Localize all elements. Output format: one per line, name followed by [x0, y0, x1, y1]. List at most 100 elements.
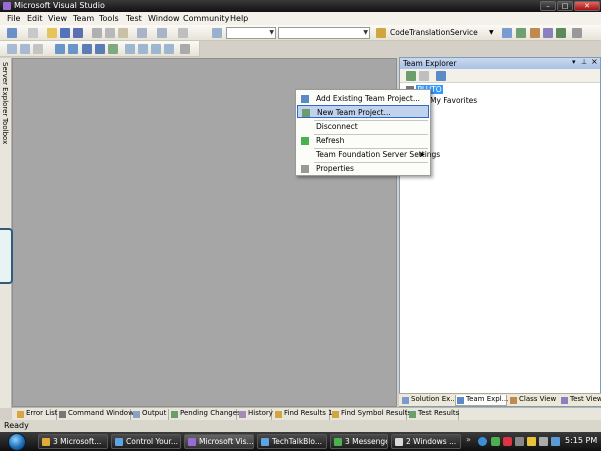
menu-test[interactable]: Test — [126, 14, 142, 23]
overflow-icon[interactable] — [572, 28, 582, 38]
object-browser-icon[interactable] — [530, 28, 540, 38]
browser-icon — [261, 438, 269, 446]
toolbox-icon[interactable] — [543, 28, 553, 38]
menu-item-refresh[interactable]: Refresh — [297, 134, 429, 147]
help-tray-icon[interactable] — [478, 437, 487, 446]
toolbar-button-7-icon[interactable] — [95, 44, 105, 54]
toolbar-button-11-icon[interactable] — [151, 44, 161, 54]
copy-icon[interactable] — [105, 28, 115, 38]
taskbar-item-microsoft[interactable]: 3 Microsoft... — [38, 434, 108, 449]
tab-test-view[interactable]: Test View — [560, 395, 601, 406]
new-project-tool-icon[interactable] — [7, 28, 17, 38]
undo-icon[interactable] — [137, 28, 147, 38]
find-icon[interactable] — [376, 28, 386, 38]
redo-icon[interactable] — [157, 28, 167, 38]
taskbar-clock[interactable]: 5:15 PM — [565, 436, 597, 445]
chevron-down-icon[interactable]: ▼ — [489, 29, 494, 36]
menu-file[interactable]: File — [7, 14, 20, 23]
close-icon[interactable]: × — [591, 57, 598, 66]
toolbar-button-8-icon[interactable] — [108, 44, 118, 54]
add-item-icon[interactable] — [28, 28, 38, 38]
toolbar-button-2-icon[interactable] — [20, 44, 30, 54]
error-list-icon — [17, 411, 24, 418]
toolbar-button-9-icon[interactable] — [125, 44, 135, 54]
add-team-project-icon[interactable] — [406, 71, 416, 81]
text-editor-toolbar — [0, 41, 200, 57]
tab-find-symbol-results[interactable]: Find Symbol Results — [330, 409, 411, 420]
tab-error-list[interactable]: Error List — [15, 409, 58, 420]
solution-explorer-icon[interactable] — [502, 28, 512, 38]
menu-item-tfs-settings[interactable]: Team Foundation Server Settings ▶ — [297, 148, 440, 161]
menu-community[interactable]: Community — [183, 14, 229, 23]
taskbar-item-windows[interactable]: 2 Windows ... — [391, 434, 461, 449]
menu-item-disconnect[interactable]: Disconnect — [297, 120, 429, 133]
favorites-label: My Favorites — [430, 96, 478, 105]
taskbar-item-visual-studio[interactable]: Microsoft Vis... — [184, 434, 254, 449]
toolbar-button-4-icon[interactable] — [55, 44, 65, 54]
paste-icon[interactable] — [118, 28, 128, 38]
tab-test-results[interactable]: Test Results — [407, 409, 459, 420]
window-icon — [395, 438, 403, 446]
tree-node-favorites[interactable]: My Favorites — [430, 96, 477, 105]
network-tray-icon[interactable] — [515, 437, 524, 446]
messenger-tray-icon[interactable] — [491, 437, 500, 446]
open-file-icon[interactable] — [47, 28, 57, 38]
menu-view[interactable]: View — [48, 14, 67, 23]
pin-icon[interactable]: ⊥ — [581, 58, 587, 66]
close-button[interactable]: ✕ — [574, 1, 600, 11]
menu-team[interactable]: Team — [73, 14, 94, 23]
tray-icon[interactable] — [539, 437, 548, 446]
team-explorer-context-menu: Add Existing Team Project... New Team Pr… — [295, 89, 440, 176]
menu-edit[interactable]: Edit — [27, 14, 43, 23]
toolbar-button-12-icon[interactable] — [164, 44, 174, 54]
tab-history[interactable]: History — [237, 409, 273, 420]
status-text: Ready — [4, 421, 29, 430]
start-debug-icon[interactable] — [212, 28, 222, 38]
refresh-icon[interactable] — [419, 71, 429, 81]
menu-item-new-team-project[interactable]: New Team Project... — [297, 105, 429, 118]
tab-pending-changes[interactable]: Pending Changes — [169, 409, 241, 420]
tab-output[interactable]: Output — [131, 409, 169, 420]
tab-team-explorer[interactable]: Team Expl... — [455, 395, 508, 406]
cut-icon[interactable] — [92, 28, 102, 38]
tab-solution-explorer[interactable]: Solution Ex... — [401, 395, 457, 406]
tab-command-window[interactable]: Command Window — [57, 409, 134, 420]
menu-item-add-existing-team-project[interactable]: Add Existing Team Project... — [297, 92, 429, 105]
tray-icon[interactable] — [551, 437, 560, 446]
start-button[interactable] — [8, 433, 26, 451]
toolbar-button-5-icon[interactable] — [68, 44, 78, 54]
taskbar-item-techtalk[interactable]: TechTalkBlo... — [257, 434, 327, 449]
platform-combo[interactable]: ▼ — [278, 27, 370, 39]
minimize-button[interactable]: – — [540, 1, 556, 11]
start-page-icon[interactable] — [556, 28, 566, 38]
connect-server-icon[interactable] — [436, 71, 446, 81]
taskbar-item-control[interactable]: Control Your... — [111, 434, 181, 449]
configuration-combo[interactable]: ▼ — [226, 27, 276, 39]
toolbar-button-6-icon[interactable] — [82, 44, 92, 54]
menu-help[interactable]: Help — [230, 14, 248, 23]
toolbar-button-10-icon[interactable] — [138, 44, 148, 54]
tab-find-results-1[interactable]: Find Results 1 — [273, 409, 333, 420]
toolbar-button-3-icon[interactable] — [33, 44, 43, 54]
startup-project-label: CodeTranslationService — [390, 28, 478, 37]
menu-window[interactable]: Window — [148, 14, 180, 23]
menu-item-properties[interactable]: Properties — [297, 162, 429, 175]
overflow-icon[interactable] — [180, 44, 190, 54]
toolbar-button-1-icon[interactable] — [7, 44, 17, 54]
visual-studio-icon — [3, 2, 11, 10]
taskbar-item-messenger[interactable]: 3 Messenger — [330, 434, 388, 449]
toolbox-tab[interactable]: Toolbox — [1, 118, 9, 144]
save-icon[interactable] — [60, 28, 70, 38]
security-tray-icon[interactable] — [503, 437, 512, 446]
properties-window-icon[interactable] — [516, 28, 526, 38]
menu-tools[interactable]: Tools — [99, 14, 119, 23]
navigate-icon[interactable] — [178, 28, 188, 38]
dropdown-icon[interactable]: ▾ — [572, 58, 576, 66]
offscreen-window-edge[interactable] — [0, 228, 13, 284]
volume-tray-icon[interactable] — [527, 437, 536, 446]
server-explorer-tab[interactable]: Server Explorer — [1, 62, 9, 116]
overflow-chevron-icon[interactable]: » — [466, 435, 471, 444]
tab-class-view[interactable]: Class View — [509, 395, 559, 406]
save-all-icon[interactable] — [73, 28, 83, 38]
maximize-button[interactable]: □ — [557, 1, 573, 11]
